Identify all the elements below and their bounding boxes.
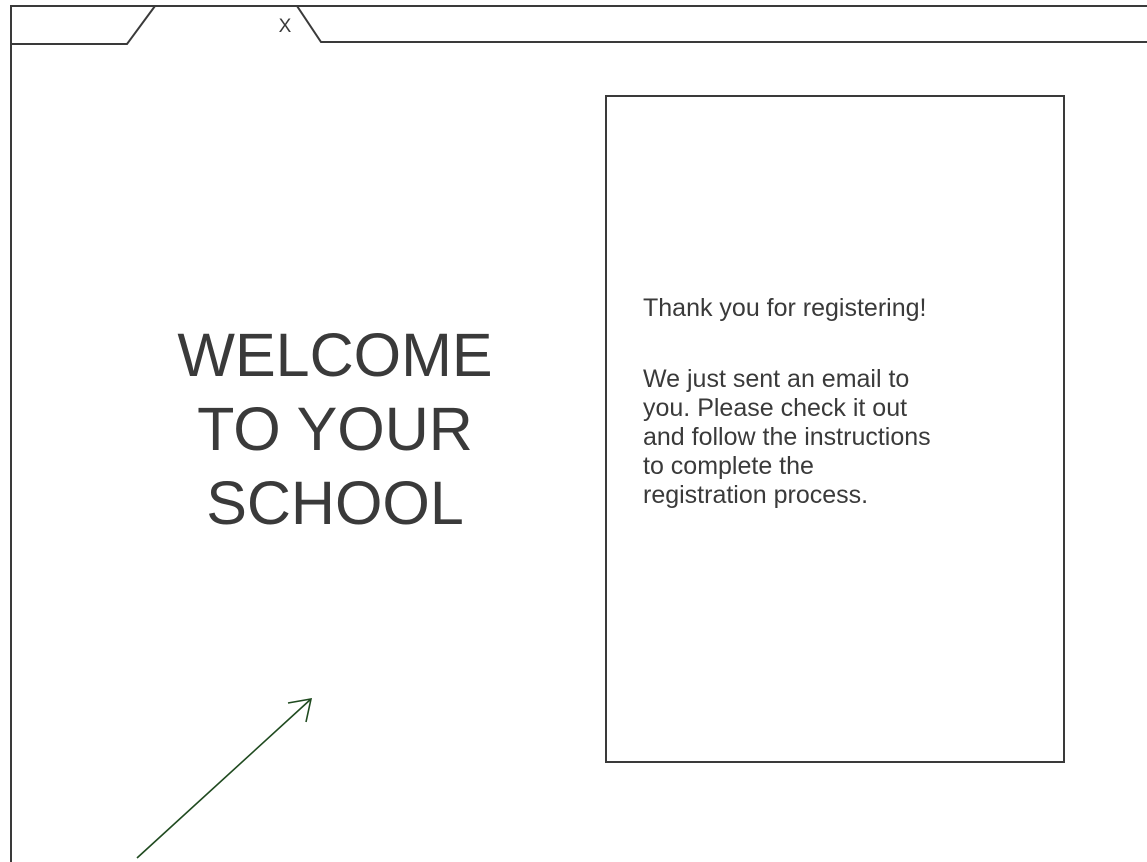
instruction-line: registration process.: [643, 481, 869, 509]
welcome-title: WELCOME TO YOUR SCHOOL: [110, 318, 560, 540]
arrow-up-right-icon: [136, 698, 313, 859]
welcome-line: WELCOME: [177, 321, 493, 389]
instruction-line: you. Please check it out: [643, 394, 908, 422]
instruction-line: and follow the instructions: [643, 423, 931, 451]
registration-message-panel: Thank you for registering! We just sent …: [605, 95, 1065, 763]
welcome-line: SCHOOL: [206, 469, 464, 537]
active-tab-outline: [11, 5, 1147, 45]
registration-instructions: We just sent an email to you. Please che…: [643, 365, 1043, 510]
registration-thanks-heading: Thank you for registering!: [643, 294, 927, 322]
instruction-line: to complete the: [643, 452, 814, 480]
tab-close-button[interactable]: X: [270, 14, 300, 40]
welcome-line: TO YOUR: [197, 395, 473, 463]
instruction-line: We just sent an email to: [643, 365, 910, 393]
